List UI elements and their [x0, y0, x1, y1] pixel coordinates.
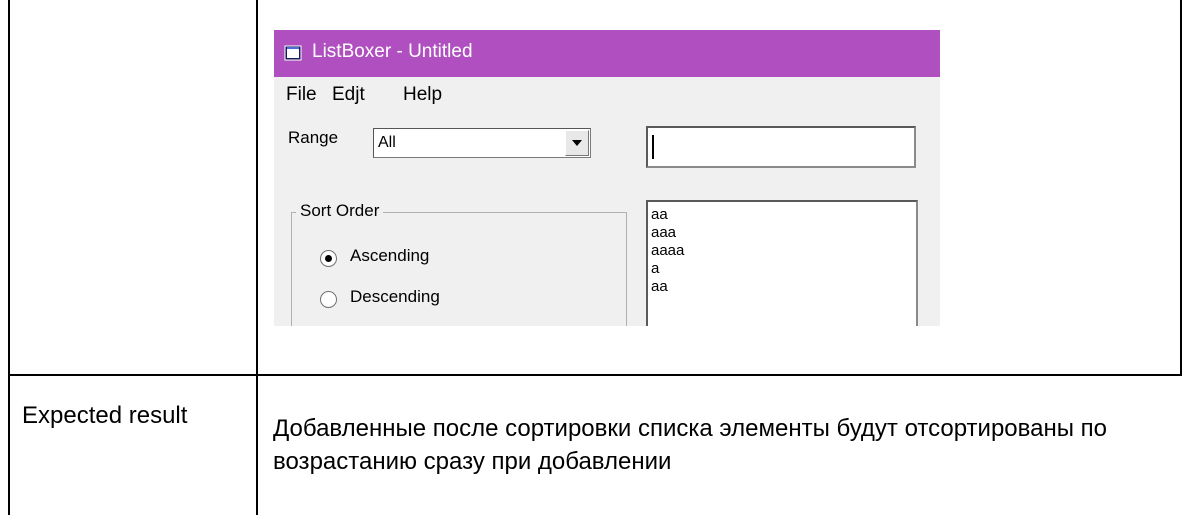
menu-edit[interactable]: Edjt	[332, 84, 365, 106]
ascending-label[interactable]: Ascending	[350, 246, 429, 266]
table-border-right	[1180, 0, 1182, 376]
chevron-down-icon	[572, 140, 582, 146]
list-item[interactable]: aa	[651, 278, 668, 296]
table-border-left	[8, 0, 10, 515]
descending-label[interactable]: Descending	[350, 287, 440, 307]
list-item[interactable]: aaa	[651, 224, 676, 242]
expected-result-label: Expected result	[22, 402, 188, 429]
range-label: Range	[288, 128, 339, 147]
range-dropdown-button[interactable]	[565, 130, 589, 156]
items-listbox[interactable]: aa aaa aaaa a aa	[646, 200, 918, 326]
range-dropdown[interactable]: All	[373, 128, 591, 158]
descending-radio[interactable]	[320, 291, 337, 308]
table-row-divider	[8, 374, 1182, 376]
range-selected-value: All	[378, 134, 396, 151]
window-titlebar: ListBoxer - Untitled	[274, 30, 940, 77]
radio-selected-dot	[325, 255, 332, 262]
sort-order-legend: Sort Order	[296, 201, 384, 221]
app-window-icon	[284, 45, 302, 61]
menu-help[interactable]: Help	[403, 84, 442, 106]
text-caret	[652, 135, 654, 159]
list-item[interactable]: aa	[651, 206, 668, 224]
expected-result-text: Добавленные после сортировки списка элем…	[273, 415, 1107, 475]
sort-order-group	[291, 212, 627, 326]
listboxer-window: ListBoxer - Untitled File Edjt Help Rang…	[274, 30, 940, 326]
list-item[interactable]: aaaa	[651, 242, 684, 260]
table-border-middle	[256, 0, 258, 515]
menu-bar: File Edjt Help	[274, 77, 940, 113]
window-title: ListBoxer - Untitled	[312, 41, 473, 62]
menu-file[interactable]: File	[286, 84, 317, 106]
list-item[interactable]: a	[651, 260, 659, 278]
ascending-radio[interactable]	[320, 250, 337, 267]
item-input-field[interactable]	[646, 126, 916, 168]
